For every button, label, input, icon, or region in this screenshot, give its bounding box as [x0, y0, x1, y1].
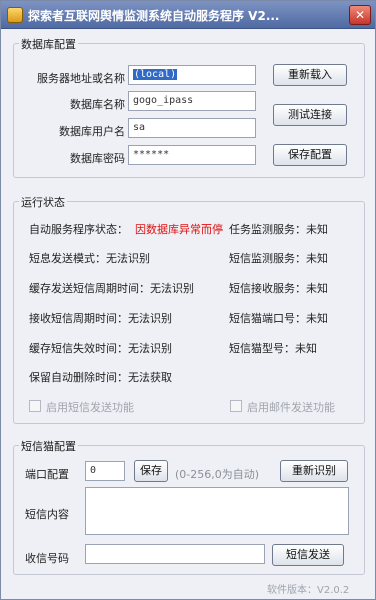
- sms-port-status: 短信猫端口号：未知: [229, 312, 328, 325]
- enable-sms-label: 启用短信发送功能: [46, 401, 134, 414]
- port-save-button[interactable]: 保存: [134, 460, 168, 482]
- password-input[interactable]: ******: [128, 145, 256, 165]
- app-icon: [7, 7, 23, 23]
- enable-mail-label: 启用邮件发送功能: [247, 401, 335, 414]
- sms-mode-status: 短息发送模式：无法识别: [29, 252, 150, 265]
- dbname-input[interactable]: gogo_ipass: [128, 91, 256, 111]
- port-input[interactable]: 0: [85, 461, 125, 481]
- sms-content-textarea[interactable]: [85, 487, 349, 535]
- sms-receive-status: 短信接收服务：未知: [229, 282, 328, 295]
- run-status-title: 运行状态: [19, 194, 67, 210]
- title-bar[interactable]: 探索者互联网舆情监测系统自动服务程序 V2... ✕: [1, 1, 375, 29]
- cache-sms-cycle-status: 缓存发送短信周期时间：无法识别: [29, 282, 194, 295]
- app-window: 探索者互联网舆情监测系统自动服务程序 V2... ✕ 数据库配置 服务器地址或名…: [0, 0, 376, 600]
- sms-config-title: 短信猫配置: [19, 438, 78, 454]
- content-label: 短信内容: [25, 508, 69, 521]
- dbname-label: 数据库名称: [70, 98, 125, 111]
- number-label: 收信号码: [25, 552, 69, 565]
- cache-sms-expire-status: 缓存短信失效时间：无法识别: [29, 342, 172, 355]
- server-label: 服务器地址或名称: [37, 72, 125, 85]
- keep-auto-delete-status: 保留自动删除时间：无法获取: [29, 371, 172, 384]
- version-label: 软件版本：V2.0.2: [267, 585, 350, 596]
- sms-model-status: 短信猫型号：未知: [229, 342, 317, 355]
- task-monitor-status: 任务监测服务：未知: [229, 223, 328, 236]
- number-input[interactable]: [85, 544, 265, 564]
- password-label: 数据库密码: [70, 152, 125, 165]
- window-title: 探索者互联网舆情监测系统自动服务程序 V2...: [28, 9, 280, 23]
- port-label: 端口配置: [25, 468, 69, 481]
- reidentify-button[interactable]: 重新识别: [280, 460, 348, 482]
- test-connection-button[interactable]: 测试连接: [273, 104, 347, 126]
- enable-sms-checkbox[interactable]: [29, 400, 41, 412]
- db-config-title: 数据库配置: [19, 36, 78, 52]
- enable-mail-checkbox[interactable]: [230, 400, 242, 412]
- close-button[interactable]: ✕: [349, 5, 371, 25]
- server-value: (local): [133, 69, 178, 80]
- user-input[interactable]: sa: [128, 118, 256, 138]
- sms-monitor-status: 短信监测服务：未知: [229, 252, 328, 265]
- send-sms-button[interactable]: 短信发送: [272, 544, 344, 566]
- auto-service-value: 因数据库异常而停: [135, 223, 223, 236]
- port-hint: (0-256,0为自动): [175, 468, 260, 481]
- user-label: 数据库用户名: [59, 125, 125, 138]
- save-config-button[interactable]: 保存配置: [273, 144, 347, 166]
- auto-service-label: 自动服务程序状态：: [29, 223, 128, 236]
- server-input[interactable]: (local): [128, 65, 256, 85]
- reload-button[interactable]: 重新载入: [273, 64, 347, 86]
- recv-sms-cycle-status: 接收短信周期时间：无法识别: [29, 312, 172, 325]
